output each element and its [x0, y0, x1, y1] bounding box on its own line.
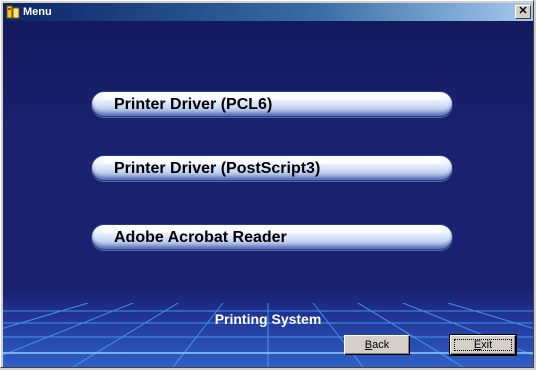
printer-driver-postscript3-button[interactable]: Printer Driver (PostScript3) [91, 155, 453, 181]
close-button[interactable]: ✕ [515, 5, 531, 19]
adobe-acrobat-reader-button[interactable]: Adobe Acrobat Reader [91, 224, 453, 250]
window-title: Menu [23, 6, 52, 18]
menu-item-label: Printer Driver (PCL6) [114, 96, 273, 113]
close-icon: ✕ [518, 5, 528, 17]
back-button[interactable]: Back [344, 335, 410, 355]
menu-item-label: Printer Driver (PostScript3) [114, 160, 321, 177]
focus-rect [454, 339, 512, 351]
menu-item-label: Adobe Acrobat Reader [114, 229, 287, 246]
printer-driver-pcl6-button[interactable]: Printer Driver (PCL6) [91, 91, 453, 117]
printing-system-label: Printing System [214, 311, 322, 327]
back-label-rest: ack [372, 339, 390, 351]
menu-panel: Printer Driver (PCL6) Printer Driver (Po… [3, 21, 533, 367]
menu-window: Menu ✕ Printer Driver (PCL6) Printer Dri… [0, 0, 534, 368]
title-bar[interactable]: Menu ✕ [3, 3, 533, 21]
exit-button[interactable]: Exit [449, 334, 517, 356]
app-menu-icon [6, 5, 20, 19]
back-accelerator: B [364, 339, 373, 351]
